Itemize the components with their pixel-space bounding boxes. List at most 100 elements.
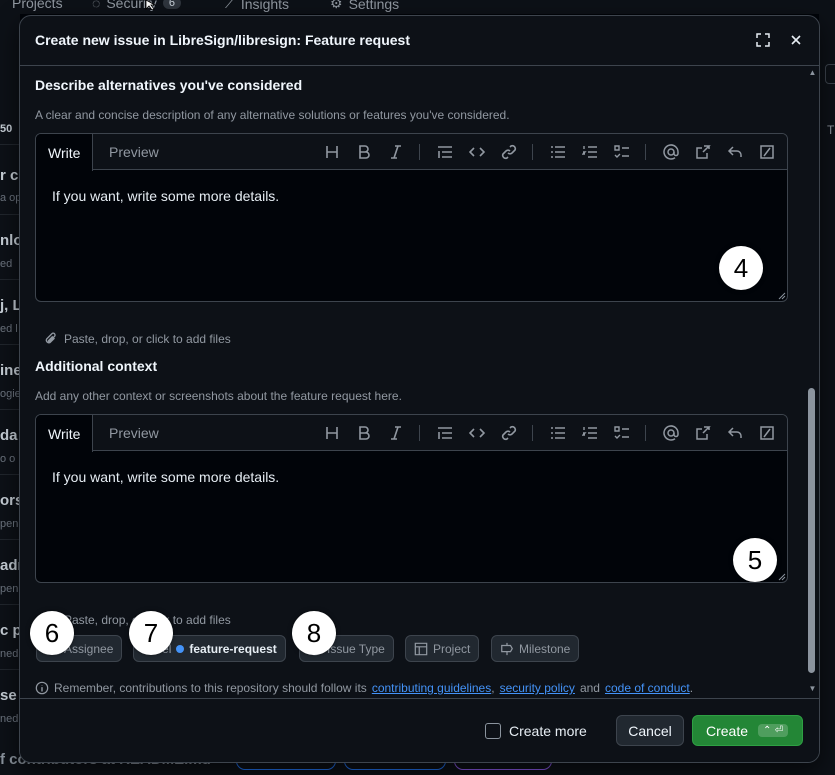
tab-preview[interactable]: Preview bbox=[97, 134, 171, 170]
ordered-list-icon[interactable] bbox=[580, 423, 600, 443]
bold-icon[interactable] bbox=[354, 142, 374, 162]
nav-security[interactable]: ◌ Security 6 bbox=[92, 0, 182, 11]
italic-icon[interactable] bbox=[386, 142, 406, 162]
dialog-scrollbar[interactable]: ▲ ▼ bbox=[806, 67, 819, 697]
issue-type-label: Issue Type bbox=[327, 641, 385, 656]
tab-write[interactable]: Write bbox=[36, 134, 94, 171]
cross-reference-icon[interactable] bbox=[693, 142, 713, 162]
link-icon[interactable] bbox=[499, 142, 519, 162]
bg-fragment: ned bbox=[0, 648, 19, 660]
attach-files-label: Paste, drop, or click to add files bbox=[64, 332, 231, 346]
repo-nav-background: Projects ◌ Security 6 ⟋ Insights ⚙ Setti… bbox=[0, 0, 835, 14]
mention-icon[interactable] bbox=[661, 423, 681, 443]
bg-fragment: ine bbox=[0, 362, 20, 379]
tab-write[interactable]: Write bbox=[36, 415, 94, 452]
label-color-dot bbox=[176, 644, 185, 653]
table-icon bbox=[414, 642, 428, 655]
section-additional-context-label: Additional context bbox=[35, 358, 158, 374]
create-issue-dialog: Create new issue in LibreSign/libresign:… bbox=[19, 15, 820, 763]
nav-settings[interactable]: ⚙ Settings bbox=[330, 0, 399, 12]
unordered-list-icon[interactable] bbox=[548, 423, 568, 443]
bg-fragment: j, L bbox=[0, 297, 20, 314]
annotation-marker-5: 5 bbox=[733, 538, 777, 582]
info-icon bbox=[35, 681, 49, 695]
bg-fragment: ned bbox=[0, 713, 19, 725]
project-button[interactable]: Project bbox=[405, 635, 480, 662]
assignee-label: Assignee bbox=[64, 641, 114, 656]
bg-fragment: ed bbox=[0, 258, 13, 270]
section-alternatives-label: Describe alternatives you've considered bbox=[35, 77, 303, 93]
dialog-footer: Create more Cancel Create ⌃ ⏎ bbox=[20, 698, 819, 762]
milestone-icon bbox=[501, 642, 513, 655]
graph-icon: ⟋ bbox=[225, 0, 235, 11]
create-button[interactable]: Create ⌃ ⏎ bbox=[692, 715, 803, 746]
editor-toolbar: Write Preview bbox=[36, 134, 787, 171]
link-icon[interactable] bbox=[499, 423, 519, 443]
reply-icon[interactable] bbox=[725, 142, 745, 162]
create-button-label: Create bbox=[706, 722, 749, 739]
quote-icon[interactable] bbox=[435, 142, 455, 162]
bg-fragment: r c bbox=[0, 167, 19, 184]
tab-preview[interactable]: Preview bbox=[97, 415, 171, 451]
mention-icon[interactable] bbox=[661, 142, 681, 162]
bg-fragment: pen bbox=[0, 518, 19, 530]
sidebar-background: T bbox=[819, 14, 835, 775]
ordered-list-icon[interactable] bbox=[580, 142, 600, 162]
nav-insights[interactable]: ⟋ Insights bbox=[225, 0, 289, 12]
bold-icon[interactable] bbox=[354, 423, 374, 443]
nav-settings-label: Settings bbox=[348, 0, 400, 12]
checkbox-box[interactable] bbox=[485, 723, 501, 739]
unordered-list-icon[interactable] bbox=[548, 142, 568, 162]
task-list-icon[interactable] bbox=[612, 423, 632, 443]
code-of-conduct-link[interactable]: code of conduct bbox=[605, 681, 690, 695]
nav-projects-label: Projects bbox=[12, 0, 63, 11]
scroll-up-arrow-icon[interactable]: ▲ bbox=[808, 69, 817, 77]
paperclip-icon bbox=[45, 332, 56, 344]
close-icon[interactable] bbox=[785, 29, 807, 51]
create-more-checkbox[interactable]: Create more bbox=[485, 723, 587, 739]
slash-command-icon[interactable] bbox=[757, 423, 777, 443]
mouse-cursor-icon bbox=[145, 0, 157, 10]
project-label: Project bbox=[433, 641, 471, 656]
bg-fragment: nlo bbox=[0, 232, 20, 249]
alternatives-textarea[interactable]: If you want, write some more details. bbox=[52, 188, 279, 204]
gear-icon: ⚙ bbox=[330, 0, 343, 11]
dialog-body: Describe alternatives you've considered … bbox=[20, 67, 806, 697]
additional-context-textarea[interactable]: If you want, write some more details. bbox=[52, 469, 279, 485]
reply-icon[interactable] bbox=[725, 423, 745, 443]
annotation-marker-8: 8 bbox=[292, 611, 336, 655]
code-icon[interactable] bbox=[467, 423, 487, 443]
nav-security-count: 6 bbox=[162, 0, 182, 9]
heading-icon[interactable] bbox=[322, 142, 342, 162]
alternatives-editor: Write Preview If you want, write some mo… bbox=[35, 133, 788, 302]
cross-reference-icon[interactable] bbox=[693, 423, 713, 443]
security-policy-link[interactable]: security policy bbox=[500, 681, 575, 695]
resize-grip-icon[interactable] bbox=[778, 292, 786, 300]
contributing-guidelines-link[interactable]: contributing guidelines bbox=[372, 681, 491, 695]
bg-fragment: 50 bbox=[0, 123, 13, 135]
create-more-label: Create more bbox=[509, 723, 587, 739]
dialog-header: Create new issue in LibreSign/libresign:… bbox=[20, 16, 819, 66]
bg-fragment: pen bbox=[0, 583, 19, 595]
notice-prefix: Remember, contributions to this reposito… bbox=[54, 681, 367, 695]
milestone-button[interactable]: Milestone bbox=[491, 635, 580, 662]
cancel-button[interactable]: Cancel bbox=[616, 715, 684, 746]
resize-grip-icon[interactable] bbox=[778, 573, 786, 581]
nav-projects[interactable]: Projects bbox=[12, 0, 63, 11]
slash-command-icon[interactable] bbox=[757, 142, 777, 162]
italic-icon[interactable] bbox=[386, 423, 406, 443]
issue-list-background: 50 r c a op nlo ed j, L ed l ine ogie da… bbox=[0, 14, 20, 775]
code-icon[interactable] bbox=[467, 142, 487, 162]
alternatives-attach-files[interactable]: Paste, drop, or click to add files bbox=[44, 332, 231, 346]
quote-icon[interactable] bbox=[435, 423, 455, 443]
fullscreen-icon[interactable] bbox=[752, 29, 774, 51]
label-value: feature-request bbox=[189, 641, 277, 656]
bg-fragment: se bbox=[0, 687, 17, 704]
notice-suffix: . bbox=[689, 681, 694, 695]
notice-and: and bbox=[579, 681, 600, 695]
task-list-icon[interactable] bbox=[612, 142, 632, 162]
dialog-title: Create new issue in LibreSign/libresign:… bbox=[35, 32, 410, 48]
heading-icon[interactable] bbox=[322, 423, 342, 443]
scroll-thumb[interactable] bbox=[808, 388, 815, 673]
scroll-down-arrow-icon[interactable]: ▼ bbox=[808, 685, 817, 693]
